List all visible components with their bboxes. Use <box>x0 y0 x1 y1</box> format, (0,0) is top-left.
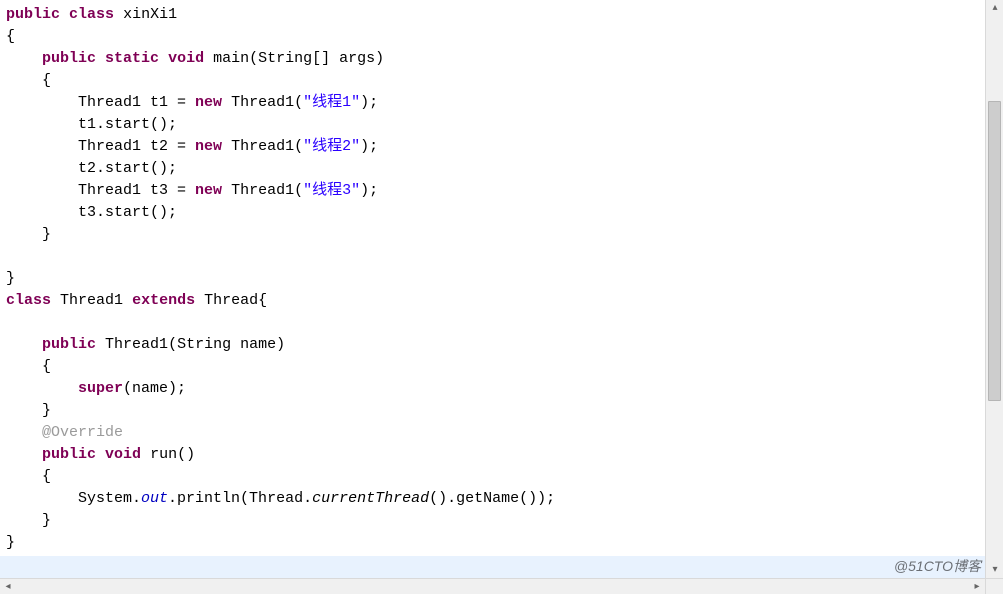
scroll-left-arrow-icon[interactable]: ◂ <box>0 579 16 594</box>
code-text: t1.start(); <box>78 116 177 133</box>
static-field-out: out <box>141 490 168 507</box>
string-literal: "线程1" <box>303 94 360 111</box>
code-text: Thread1 t2 = <box>78 138 195 155</box>
method-name: main <box>213 50 249 67</box>
horizontal-scrollbar[interactable]: ◂ ▸ <box>0 578 985 594</box>
keyword-public: public <box>42 50 96 67</box>
string-literal: "线程2" <box>303 138 360 155</box>
keyword-extends: extends <box>132 292 195 309</box>
code-text: Thread1( <box>222 94 303 111</box>
param-name: args <box>339 50 375 67</box>
code-text: .println(Thread. <box>168 490 312 507</box>
keyword-new: new <box>195 138 222 155</box>
watermark-text: @51CTO博客 <box>894 556 981 576</box>
params-prefix: (String[] <box>249 50 339 67</box>
code-text: System. <box>78 490 141 507</box>
code-text: (name); <box>123 380 186 397</box>
code-text: ); <box>360 94 378 111</box>
code-text: ); <box>360 138 378 155</box>
code-text: Thread1( <box>222 138 303 155</box>
source-code: public class xinXi1 { public static void… <box>0 0 985 558</box>
scroll-down-arrow-icon[interactable]: ▾ <box>986 562 1003 578</box>
keyword-super: super <box>78 380 123 397</box>
keyword-new: new <box>195 182 222 199</box>
keyword-static: static <box>105 50 159 67</box>
scrollbar-thumb[interactable] <box>988 101 1001 401</box>
code-text: t3.start(); <box>78 204 177 221</box>
scroll-right-arrow-icon[interactable]: ▸ <box>969 579 985 594</box>
code-text: Thread1( <box>222 182 303 199</box>
super-class: Thread <box>204 292 258 309</box>
scroll-up-arrow-icon[interactable]: ▴ <box>986 0 1003 16</box>
keyword-class: class <box>69 6 114 23</box>
static-method-currentThread: currentThread <box>312 490 429 507</box>
scrollbar-track[interactable] <box>986 16 1003 562</box>
annotation-override: @Override <box>42 424 123 441</box>
method-name: run <box>150 446 177 463</box>
vertical-scrollbar[interactable]: ▴ ▾ <box>985 0 1003 578</box>
code-text: t2.start(); <box>78 160 177 177</box>
keyword-new: new <box>195 94 222 111</box>
code-text: Thread1 t1 = <box>78 94 195 111</box>
code-text: ().getName()); <box>429 490 555 507</box>
keyword-void: void <box>105 446 141 463</box>
code-text: ); <box>360 182 378 199</box>
keyword-class: class <box>6 292 51 309</box>
code-editor[interactable]: public class xinXi1 { public static void… <box>0 0 985 564</box>
keyword-public: public <box>6 6 60 23</box>
keyword-public: public <box>42 446 96 463</box>
class-name: xinXi1 <box>123 6 177 23</box>
ctor-name: Thread1 <box>105 336 168 353</box>
class-name: Thread1 <box>60 292 123 309</box>
method-params: () <box>177 446 195 463</box>
params-suffix: ) <box>375 50 384 67</box>
keyword-public: public <box>42 336 96 353</box>
ctor-params: (String name) <box>168 336 285 353</box>
string-literal: "线程3" <box>303 182 360 199</box>
keyword-void: void <box>168 50 204 67</box>
scrollbar-corner <box>985 578 1003 594</box>
code-text: Thread1 t3 = <box>78 182 195 199</box>
